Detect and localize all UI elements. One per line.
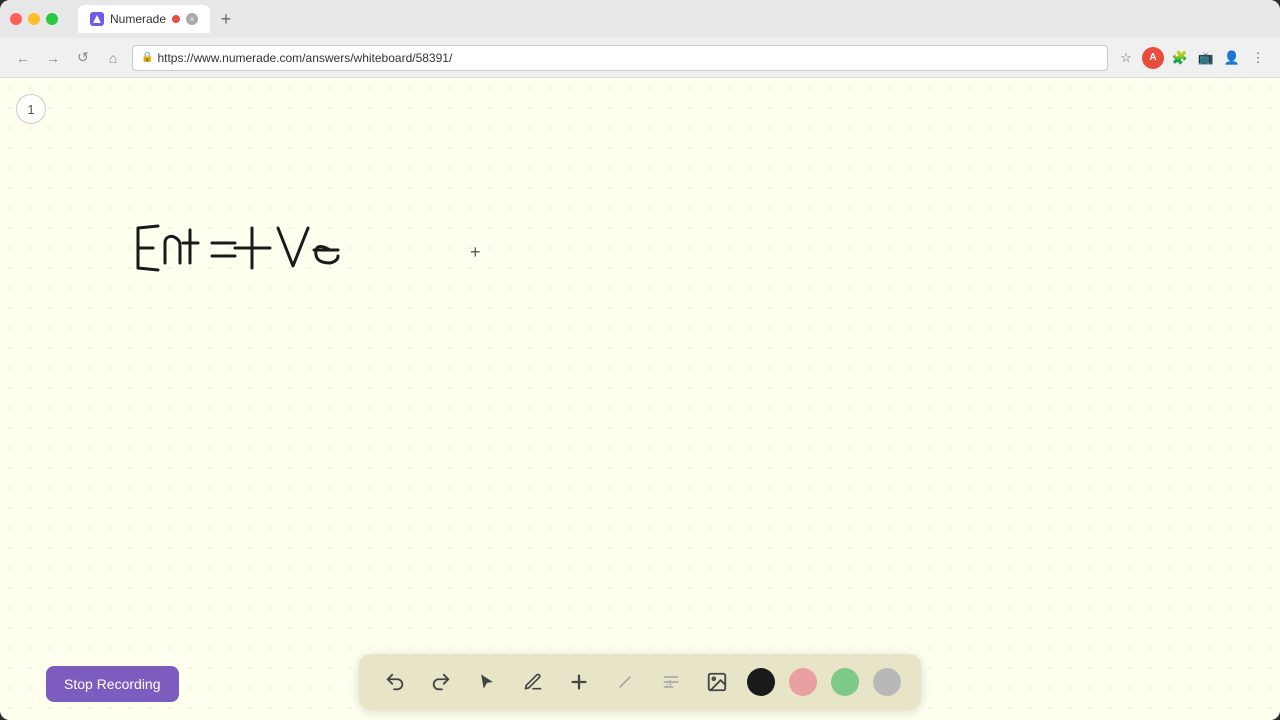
eraser-tool-button[interactable] — [609, 666, 641, 698]
maximize-button[interactable] — [46, 13, 58, 25]
stop-recording-button[interactable]: Stop Recording — [46, 666, 179, 702]
text-tool-button[interactable]: A — [655, 666, 687, 698]
menu-icon[interactable]: ⋮ — [1248, 48, 1268, 68]
browser-window: Numerade × + ← → ↺ ⌂ 🔒 https://www.numer… — [0, 0, 1280, 720]
bottom-toolbar: A — [359, 654, 921, 710]
redo-button[interactable] — [425, 666, 457, 698]
toolbar-icons: ☆ A 🧩 📺 👤 ⋮ — [1116, 47, 1268, 69]
dot-grid-background — [0, 78, 1280, 720]
active-tab[interactable]: Numerade × — [78, 5, 210, 33]
home-button[interactable]: ⌂ — [102, 47, 124, 69]
bookmark-icon[interactable]: ☆ — [1116, 48, 1136, 68]
browser-toolbar: ← → ↺ ⌂ 🔒 https://www.numerade.com/answe… — [0, 38, 1280, 78]
select-tool-button[interactable] — [471, 666, 503, 698]
page-number: 1 — [27, 102, 34, 117]
page-indicator: 1 — [16, 94, 46, 124]
minimize-button[interactable] — [28, 13, 40, 25]
tab-title: Numerade — [110, 12, 166, 26]
tab-close-button[interactable]: × — [186, 13, 198, 25]
equation-area — [120, 208, 440, 293]
forward-button[interactable]: → — [42, 47, 64, 69]
whiteboard-content[interactable]: 1 + — [0, 78, 1280, 720]
traffic-lights — [10, 13, 58, 25]
tab-favicon — [90, 12, 104, 26]
recording-indicator — [172, 15, 180, 23]
lock-icon: 🔒 — [141, 52, 153, 63]
color-gray-swatch[interactable] — [873, 668, 901, 696]
undo-button[interactable] — [379, 666, 411, 698]
color-black-swatch[interactable] — [747, 668, 775, 696]
url-text: https://www.numerade.com/answers/whitebo… — [157, 51, 452, 65]
new-tab-button[interactable]: + — [214, 7, 238, 31]
extensions-icon[interactable]: 🧩 — [1170, 48, 1190, 68]
equation-svg — [120, 208, 440, 288]
screen-share-icon[interactable]: 📺 — [1196, 48, 1216, 68]
refresh-button[interactable]: ↺ — [72, 47, 94, 69]
address-bar[interactable]: 🔒 https://www.numerade.com/answers/white… — [132, 45, 1108, 71]
close-button[interactable] — [10, 13, 22, 25]
user-icon[interactable]: 👤 — [1222, 48, 1242, 68]
color-pink-swatch[interactable] — [789, 668, 817, 696]
cursor-indicator: + — [470, 242, 481, 263]
svg-text:A: A — [665, 679, 673, 690]
profile-icon[interactable]: A — [1142, 47, 1164, 69]
color-green-swatch[interactable] — [831, 668, 859, 696]
title-bar: Numerade × + — [0, 0, 1280, 38]
image-tool-button[interactable] — [701, 666, 733, 698]
pen-tool-button[interactable] — [517, 666, 549, 698]
add-tool-button[interactable] — [563, 666, 595, 698]
tab-bar: Numerade × + — [78, 5, 238, 33]
back-button[interactable]: ← — [12, 47, 34, 69]
